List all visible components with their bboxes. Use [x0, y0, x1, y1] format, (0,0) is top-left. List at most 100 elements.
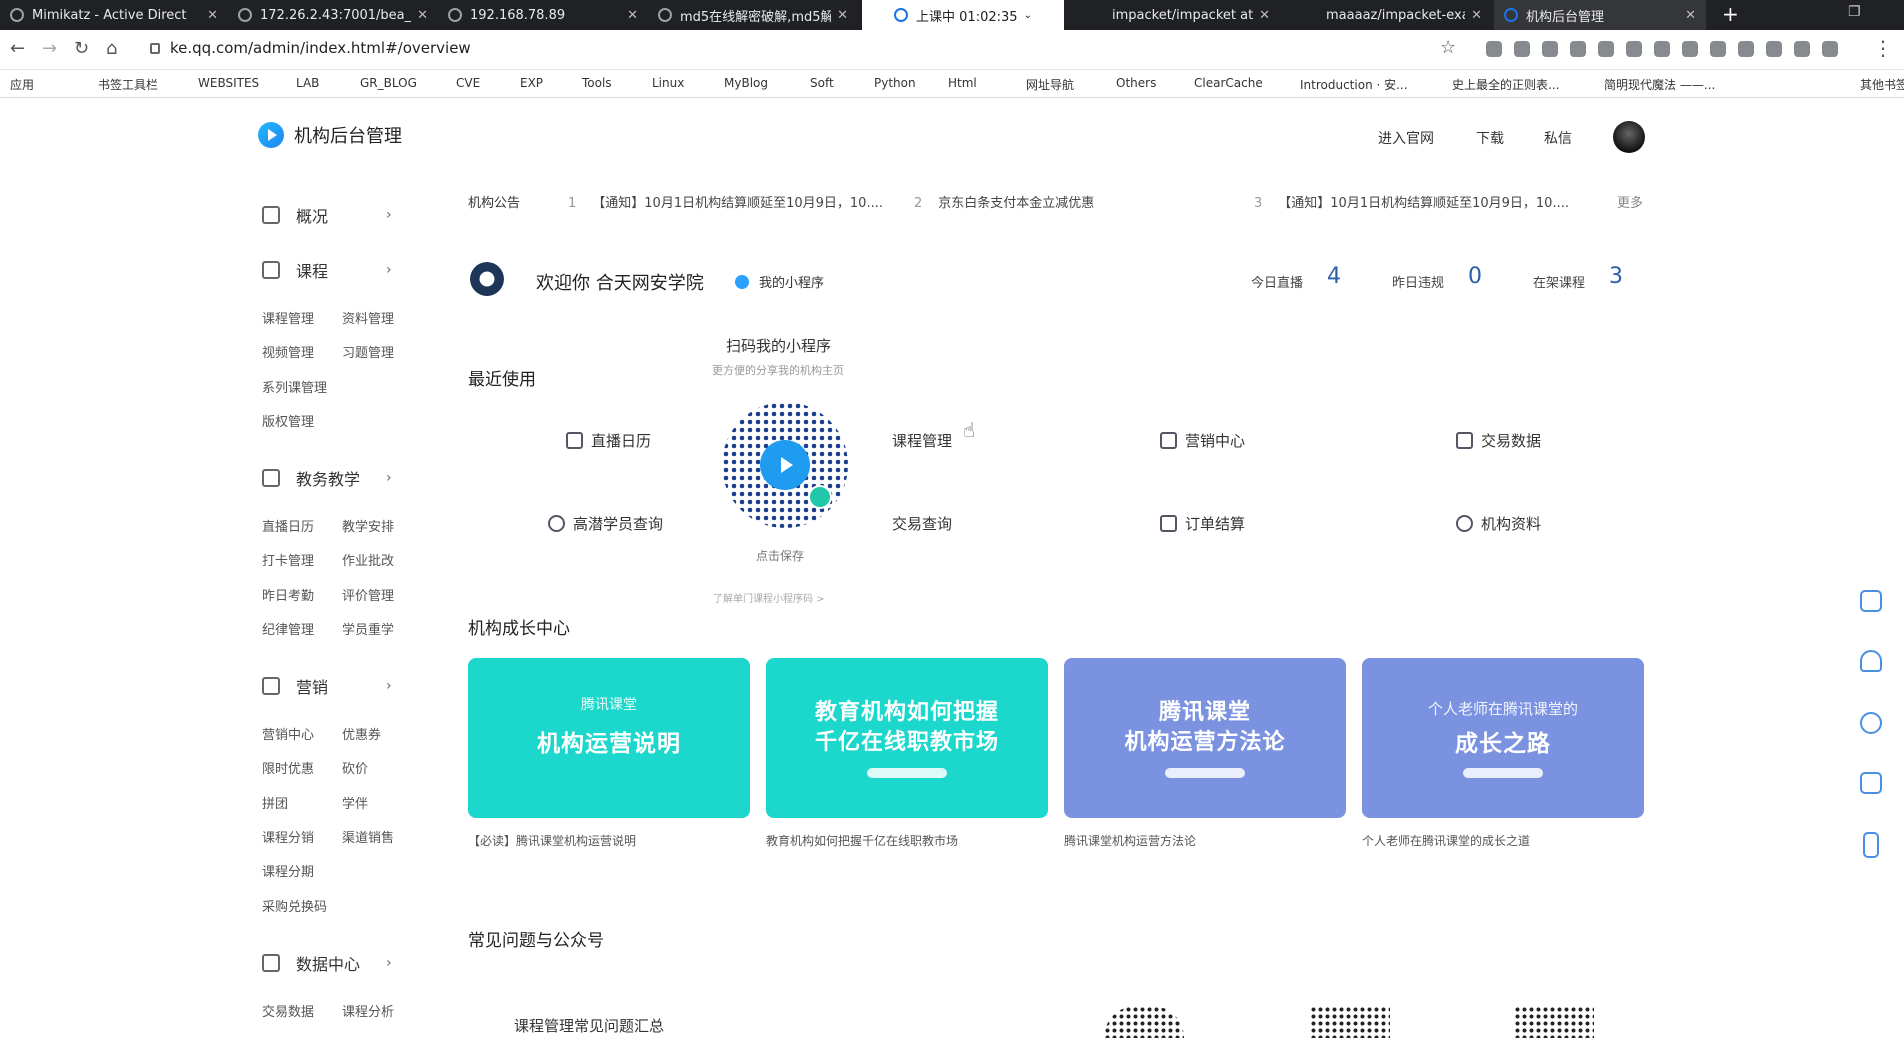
growth-card[interactable]: 腾讯课堂 机构运营说明	[468, 658, 750, 818]
bookmark-folder[interactable]: LAB	[296, 76, 319, 90]
window-restore-icon[interactable]: ❐	[1848, 4, 1861, 20]
bookmark-link[interactable]: 史上最全的正则表...	[1452, 76, 1559, 93]
bookmark-folder[interactable]: MyBlog	[724, 76, 768, 90]
bookmark-folder[interactable]: Html	[948, 76, 977, 90]
recent-tool[interactable]: 订单结算	[1160, 513, 1245, 534]
new-tab-button[interactable]: +	[1722, 2, 1739, 26]
sidebar-item[interactable]: 昨日考勤	[262, 585, 314, 604]
growth-card-caption[interactable]: 腾讯课堂机构运营方法论	[1064, 832, 1196, 849]
bookmark-folder[interactable]: GR_BLOG	[360, 76, 417, 90]
bookmark-folder[interactable]: 网址导航	[1026, 76, 1074, 93]
close-icon[interactable]: ✕	[207, 8, 218, 23]
other-bookmarks[interactable]: 其他书签	[1860, 76, 1904, 93]
extension-icon[interactable]	[1738, 41, 1754, 57]
sidebar-item[interactable]: 营销中心	[262, 724, 314, 743]
sidebar-item[interactable]: 采购兑换码	[262, 896, 327, 915]
browser-tab[interactable]: 192.168.78.89 ✕	[438, 0, 648, 30]
sidebar-item[interactable]: 资料管理	[342, 308, 394, 327]
browser-tab[interactable]: maaaaz/impacket-examp✕	[1280, 0, 1492, 30]
stat-value[interactable]: 3	[1609, 264, 1623, 289]
bookmark-folder[interactable]: EXP	[520, 76, 543, 90]
qr-save-link[interactable]: 点击保存	[756, 547, 804, 564]
bookmark-link[interactable]: 简明现代魔法 ——...	[1604, 76, 1715, 93]
extension-icon[interactable]	[1486, 41, 1502, 57]
avatar[interactable]	[1613, 121, 1645, 153]
back-icon[interactable]: ←	[10, 38, 25, 59]
sidebar-section-overview[interactable]: 概况 ›	[262, 203, 402, 227]
close-icon[interactable]: ✕	[627, 8, 638, 23]
sidebar-item[interactable]: 评价管理	[342, 585, 394, 604]
sidebar-item[interactable]: 交易数据	[262, 1001, 314, 1020]
home-nav-icon[interactable]: ⌂	[106, 38, 117, 59]
sidebar-item[interactable]: 学员重学	[342, 619, 394, 638]
messages-link[interactable]: 私信	[1544, 128, 1572, 148]
sidebar-item[interactable]: 视频管理	[262, 342, 314, 361]
qq-icon[interactable]	[1860, 650, 1882, 672]
close-icon[interactable]: ✕	[1685, 8, 1696, 23]
bookmark-folder[interactable]: 书签工具栏	[98, 76, 158, 93]
bookmark-apps[interactable]: 应用	[10, 76, 34, 93]
notice-item[interactable]: 3 【通知】10月1日机构结算顺延至10月9日，10....	[1254, 192, 1569, 211]
class-timer-tab[interactable]: 上课中 01:02:35 ⌄	[862, 0, 1064, 30]
extension-icon[interactable]	[1542, 41, 1558, 57]
bookmark-folder[interactable]: Tools	[582, 76, 612, 90]
sidebar-section-data[interactable]: 数据中心 ›	[262, 951, 402, 975]
extension-icon[interactable]	[1598, 41, 1614, 57]
official-site-link[interactable]: 进入官网	[1378, 128, 1434, 148]
sidebar-item[interactable]: 习题管理	[342, 342, 394, 361]
bookmark-star-icon[interactable]: ☆	[1440, 37, 1456, 58]
extension-icon[interactable]	[1766, 41, 1782, 57]
close-icon[interactable]: ✕	[837, 8, 848, 23]
sidebar-item[interactable]: 作业批改	[342, 550, 394, 569]
sidebar-item[interactable]: 版权管理	[262, 411, 314, 430]
growth-card[interactable]: 个人老师在腾讯课堂的 成长之路	[1362, 658, 1644, 818]
extension-icon[interactable]	[1682, 41, 1698, 57]
sidebar-item[interactable]: 砍价	[342, 758, 368, 777]
browser-menu-icon[interactable]: ⋮	[1873, 36, 1893, 60]
sidebar-item[interactable]: 优惠券	[342, 724, 381, 743]
document-icon[interactable]	[1860, 590, 1882, 612]
sidebar-item[interactable]: 打卡管理	[262, 550, 314, 569]
forward-icon[interactable]: →	[42, 38, 57, 59]
sidebar-item[interactable]: 课程管理	[262, 308, 314, 327]
sidebar-item[interactable]: 课程分期	[262, 861, 314, 880]
browser-tab[interactable]: md5在线解密破解,md5解 ✕	[648, 0, 858, 30]
growth-card-caption[interactable]: 个人老师在腾讯课堂的成长之道	[1362, 832, 1530, 849]
growth-card[interactable]: 腾讯课堂 机构运营方法论	[1064, 658, 1346, 818]
notice-item[interactable]: 1 【通知】10月1日机构结算顺延至10月9日，10....	[568, 192, 883, 211]
recent-tool[interactable]: 高潜学员查询	[548, 513, 663, 534]
download-link[interactable]: 下载	[1476, 128, 1504, 148]
browser-tab[interactable]: impacket/impacket at m✕	[1068, 0, 1280, 30]
bookmark-folder[interactable]: CVE	[456, 76, 480, 90]
sidebar-item[interactable]: 限时优惠	[262, 758, 314, 777]
notice-more-link[interactable]: 更多	[1617, 192, 1643, 211]
bookmark-link[interactable]: Introduction · 安...	[1300, 76, 1408, 93]
extension-icon[interactable]	[1514, 41, 1530, 57]
sidebar-item[interactable]: 纪律管理	[262, 619, 314, 638]
close-icon[interactable]: ✕	[417, 8, 428, 23]
browser-tab-active[interactable]: 机构后台管理 ✕	[1494, 0, 1706, 30]
stat-value[interactable]: 4	[1327, 264, 1341, 289]
recent-tool[interactable]: 机构资料	[1456, 513, 1541, 534]
sidebar-item[interactable]: 课程分销	[262, 827, 314, 846]
stat-value[interactable]: 0	[1468, 264, 1482, 289]
close-icon[interactable]: ✕	[1471, 8, 1482, 23]
faq-link[interactable]: 课程管理常见问题汇总	[514, 1015, 664, 1036]
app-logo[interactable]: 机构后台管理	[258, 122, 402, 148]
mobile-icon[interactable]	[1863, 832, 1879, 858]
bookmark-link[interactable]: ClearCache	[1194, 76, 1263, 90]
sidebar-item[interactable]: 学伴	[342, 793, 368, 812]
extension-icon[interactable]	[1822, 41, 1838, 57]
recent-tool[interactable]: 课程管理	[892, 430, 952, 451]
recent-tool[interactable]: 交易查询	[892, 513, 952, 534]
browser-tab[interactable]: Mimikatz - Active Direct ✕	[0, 0, 228, 30]
sidebar-section-teaching[interactable]: 教务教学 ›	[262, 466, 402, 490]
extension-icon[interactable]	[1710, 41, 1726, 57]
reload-icon[interactable]: ↻	[74, 38, 89, 59]
extension-icon[interactable]	[1626, 41, 1642, 57]
sidebar-item[interactable]: 教学安排	[342, 516, 394, 535]
url-field[interactable]: ke.qq.com/admin/index.html#/overview	[150, 39, 471, 57]
extension-icon[interactable]	[1794, 41, 1810, 57]
close-icon[interactable]: ✕	[1259, 8, 1270, 23]
bookmark-folder[interactable]: Python	[874, 76, 916, 90]
